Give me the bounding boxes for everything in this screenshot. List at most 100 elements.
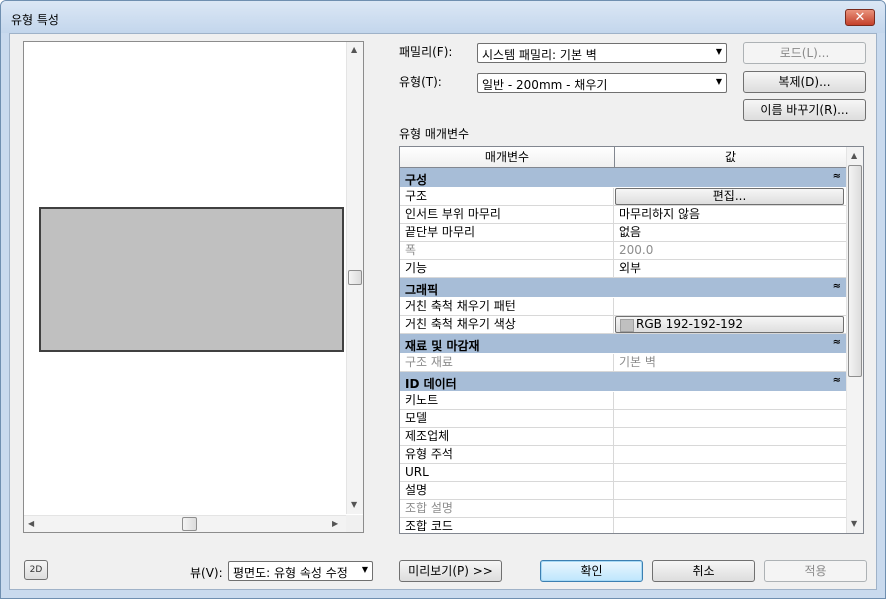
param-value[interactable] xyxy=(614,464,847,481)
table-row[interactable]: 끝단부 마무리 없음 xyxy=(400,224,847,242)
table-row[interactable]: 조합 코드 xyxy=(400,518,847,533)
table-row[interactable]: URL xyxy=(400,464,847,482)
param-value[interactable] xyxy=(614,482,847,499)
table-row: 조합 설명 xyxy=(400,500,847,518)
scroll-corner xyxy=(346,515,363,532)
param-value[interactable] xyxy=(614,298,847,315)
table-row[interactable]: 인서트 부위 마무리 마무리하지 않음 xyxy=(400,206,847,224)
group-identity-data[interactable]: ID 데이터 ≈ xyxy=(400,372,847,392)
param-value[interactable] xyxy=(614,518,847,533)
type-properties-dialog: 유형 특성 ✕ ▲ ▼ ◀ ▶ 패밀리(F): 시스템 패밀리: 기본 벽 ▼ … xyxy=(0,0,886,599)
table-row: 폭 200.0 xyxy=(400,242,847,260)
scroll-down-icon[interactable]: ▼ xyxy=(851,519,857,528)
param-value[interactable] xyxy=(614,428,847,445)
scroll-left-icon[interactable]: ◀ xyxy=(28,519,34,528)
param-name: 키노트 xyxy=(400,392,614,409)
group-materials[interactable]: 재료 및 마감재 ≈ xyxy=(400,334,847,354)
family-combo[interactable]: 시스템 패밀리: 기본 벽 ▼ xyxy=(477,43,727,63)
table-row[interactable]: 설명 xyxy=(400,482,847,500)
load-button[interactable]: 로드(L)... xyxy=(743,42,866,64)
preview-vscroll-thumb[interactable] xyxy=(348,270,362,285)
collapse-icon[interactable]: ≈ xyxy=(833,171,841,182)
family-value: 시스템 패밀리: 기본 벽 xyxy=(482,48,597,62)
table-row[interactable]: 기능 외부 xyxy=(400,260,847,278)
apply-button[interactable]: 적용 xyxy=(764,560,867,582)
table-row: 구조 재료 기본 벽 xyxy=(400,354,847,372)
table-row[interactable]: 유형 주석 xyxy=(400,446,847,464)
scroll-up-icon[interactable]: ▲ xyxy=(851,151,857,160)
param-value: 기본 벽 xyxy=(619,355,656,369)
preview-button[interactable]: 미리보기(P) >> xyxy=(399,560,502,582)
param-name: 끝단부 마무리 xyxy=(400,224,614,241)
group-label: ID 데이터 xyxy=(405,377,457,391)
param-name: 거친 축척 채우기 색상 xyxy=(400,316,614,333)
param-value[interactable]: 마무리하지 않음 xyxy=(614,206,847,223)
param-name: URL xyxy=(400,464,614,481)
group-label: 구성 xyxy=(405,173,428,187)
group-graphics[interactable]: 그래픽 ≈ xyxy=(400,278,847,298)
param-value[interactable] xyxy=(614,392,847,409)
param-value[interactable]: 외부 xyxy=(614,260,847,277)
table-row[interactable]: 키노트 xyxy=(400,392,847,410)
param-name: 구조 xyxy=(400,188,614,205)
table-row[interactable]: 거친 축척 채우기 색상 RGB 192-192-192 xyxy=(400,316,847,334)
table-row[interactable]: 거친 축척 채우기 패턴 xyxy=(400,298,847,316)
collapse-icon[interactable]: ≈ xyxy=(833,337,841,348)
collapse-icon[interactable]: ≈ xyxy=(833,281,841,292)
rename-button[interactable]: 이름 바꾸기(R)... xyxy=(743,99,866,121)
color-swatch xyxy=(620,319,634,332)
duplicate-button[interactable]: 복제(D)... xyxy=(743,71,866,93)
scroll-down-icon[interactable]: ▼ xyxy=(351,500,357,509)
group-label: 그래픽 xyxy=(405,283,439,297)
param-name: 모델 xyxy=(400,410,614,427)
table-row[interactable]: 모델 xyxy=(400,410,847,428)
view-combo[interactable]: 평면도: 유형 속성 수정 ▼ xyxy=(228,561,373,581)
chevron-down-icon: ▼ xyxy=(715,47,722,56)
scroll-right-icon[interactable]: ▶ xyxy=(332,519,338,528)
2d-view-icon[interactable]: 2D xyxy=(24,560,48,580)
preview-pane: ▲ ▼ ◀ ▶ xyxy=(23,41,364,533)
preview-hscroll-thumb[interactable] xyxy=(182,517,197,531)
param-name: 설명 xyxy=(400,482,614,499)
scroll-up-icon[interactable]: ▲ xyxy=(351,45,357,54)
ok-button[interactable]: 확인 xyxy=(540,560,643,582)
param-name: 인서트 부위 마무리 xyxy=(400,206,614,223)
chevron-down-icon: ▼ xyxy=(361,565,368,574)
dialog-body: ▲ ▼ ◀ ▶ 패밀리(F): 시스템 패밀리: 기본 벽 ▼ 로드(L)...… xyxy=(9,33,877,590)
param-name: 조합 코드 xyxy=(400,518,614,533)
param-name: 폭 xyxy=(400,242,614,259)
param-value[interactable] xyxy=(614,410,847,427)
view-label: 뷰(V): xyxy=(190,566,223,580)
group-construction[interactable]: 구성 ≈ xyxy=(400,168,847,188)
title-bar[interactable]: 유형 특성 ✕ xyxy=(1,1,885,33)
param-name: 제조업체 xyxy=(400,428,614,445)
grid-rows: 구성 ≈ 구조 편집... 인서트 부위 마무리 마무리하지 않음 끝단부 마무… xyxy=(400,168,847,533)
cancel-button[interactable]: 취소 xyxy=(652,560,755,582)
color-picker-button[interactable]: RGB 192-192-192 xyxy=(615,316,844,333)
close-button[interactable]: ✕ xyxy=(845,9,875,26)
color-value: RGB 192-192-192 xyxy=(636,317,744,331)
param-name: 구조 재료 xyxy=(400,354,614,371)
header-parameter[interactable]: 매개변수 xyxy=(400,147,615,167)
grid-vertical-scrollbar[interactable]: ▲ ▼ xyxy=(846,147,863,533)
edit-structure-button[interactable]: 편집... xyxy=(615,188,844,205)
param-value[interactable] xyxy=(614,446,847,463)
header-value[interactable]: 값 xyxy=(614,147,847,167)
grid-vscroll-thumb[interactable] xyxy=(848,165,862,377)
preview-vertical-scrollbar[interactable]: ▲ ▼ xyxy=(346,42,363,514)
grid-header: 매개변수 값 xyxy=(400,147,847,168)
collapse-icon[interactable]: ≈ xyxy=(833,375,841,386)
param-value xyxy=(614,500,847,517)
table-row[interactable]: 제조업체 xyxy=(400,428,847,446)
preview-horizontal-scrollbar[interactable]: ◀ ▶ xyxy=(24,515,346,532)
table-row[interactable]: 구조 편집... xyxy=(400,188,847,206)
view-value: 평면도: 유형 속성 수정 xyxy=(233,566,348,580)
dialog-title: 유형 특성 xyxy=(11,13,59,27)
param-name: 조합 설명 xyxy=(400,500,614,517)
param-name: 기능 xyxy=(400,260,614,277)
type-parameters-label: 유형 매개변수 xyxy=(399,127,470,141)
param-value[interactable]: 없음 xyxy=(614,224,847,241)
type-value: 일반 - 200mm - 채우기 xyxy=(482,78,608,92)
param-name: 거친 축척 채우기 패턴 xyxy=(400,298,614,315)
type-combo[interactable]: 일반 - 200mm - 채우기 ▼ xyxy=(477,73,727,93)
